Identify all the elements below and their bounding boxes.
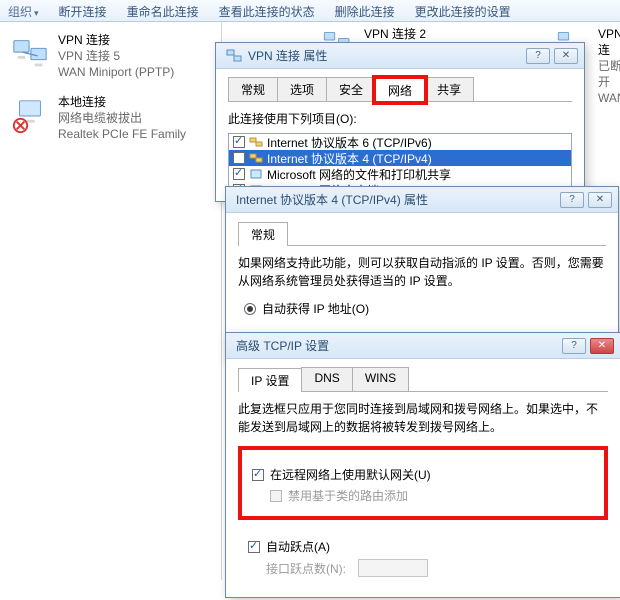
tab-options[interactable]: 选项: [277, 77, 327, 101]
dialog-title: Internet 协议版本 4 (TCP/IPv4) 属性: [236, 191, 560, 208]
list-item[interactable]: Microsoft 网络的文件和打印机共享: [229, 166, 571, 182]
protocol-icon: [249, 168, 263, 180]
connection-item-vpn[interactable]: VPN 连接 VPN 连接 5 WAN Miniport (PPTP): [4, 28, 217, 90]
tab-general[interactable]: 常规: [238, 222, 288, 246]
help-button[interactable]: ?: [560, 192, 584, 208]
connection-title: 本地连接: [58, 94, 211, 110]
local-conn-icon: [10, 94, 50, 138]
dialog-titlebar[interactable]: Internet 协议版本 4 (TCP/IPv4) 属性 ? ✕: [226, 187, 618, 213]
vpn-icon: [10, 32, 50, 76]
description-text: 此复选框只应用于您同时连接到局域网和拨号网络上。如果选中，不能发送到局域网上的数…: [238, 400, 608, 436]
close-button[interactable]: ✕: [588, 192, 612, 208]
connections-panel: VPN 连接 VPN 连接 5 WAN Miniport (PPTP) 本地连接…: [0, 22, 222, 580]
help-button[interactable]: ?: [526, 48, 550, 64]
dialog-body: IP 设置 DNS WINS 此复选框只应用于您同时连接到局域网和拨号网络上。如…: [226, 359, 620, 597]
dialog-title: 高级 TCP/IP 设置: [236, 337, 562, 354]
help-button[interactable]: ?: [562, 338, 586, 354]
checkbox-auto-metric[interactable]: 自动跃点(A): [248, 538, 598, 555]
toolbar-item[interactable]: 重命名此连接: [127, 3, 199, 18]
tab-wins[interactable]: WINS: [352, 367, 409, 391]
close-button[interactable]: ✕: [590, 338, 614, 354]
connection-sub: WAN Miniport (PPTP): [58, 64, 211, 80]
checkbox-icon[interactable]: [233, 136, 245, 148]
tab-general[interactable]: 常规: [228, 77, 278, 101]
description-text: 如果网络支持此功能，则可以获取自动指派的 IP 设置。否则，您需要从网络系统管理…: [238, 254, 606, 290]
dialog-body: 常规 如果网络支持此功能，则可以获取自动指派的 IP 设置。否则，您需要从网络系…: [226, 213, 618, 335]
protocol-icon: [249, 152, 263, 164]
section-label: 此连接使用下列项目(O):: [228, 110, 572, 127]
connection-sub: 网络电缆被拔出: [58, 110, 211, 126]
dialog-body: 常规 选项 安全 网络 共享 此连接使用下列项目(O): Internet 协议…: [216, 69, 584, 205]
toolbar: 组织▾ 断开连接 重命名此连接 查看此连接的状态 删除此连接 更改此连接的设置: [0, 0, 620, 22]
checkbox-icon[interactable]: [248, 541, 260, 553]
metric-row: 接口跃点数(N):: [266, 559, 598, 577]
dialog-advanced-tcpip: 高级 TCP/IP 设置 ? ✕ IP 设置 DNS WINS 此复选框只应用于…: [225, 332, 620, 598]
tab-sharing[interactable]: 共享: [424, 77, 474, 101]
connection-item-local[interactable]: 本地连接 网络电缆被拔出 Realtek PCIe FE Family: [4, 90, 217, 152]
toolbar-item[interactable]: 断开连接: [59, 3, 107, 18]
dialog-title: VPN 连接 属性: [248, 47, 526, 64]
protocol-icon: [249, 136, 263, 148]
tab-dns[interactable]: DNS: [301, 367, 352, 391]
tab-ip-settings[interactable]: IP 设置: [238, 368, 302, 392]
tab-security[interactable]: 安全: [326, 77, 376, 101]
close-button[interactable]: ✕: [554, 48, 578, 64]
connection-text: VPN 连接 VPN 连接 5 WAN Miniport (PPTP): [58, 32, 211, 80]
toolbar-item[interactable]: 查看此连接的状态: [219, 3, 315, 18]
metric-label: 接口跃点数(N):: [266, 560, 346, 577]
group-default-gateway: 在远程网络上使用默认网关(U) 禁用基于类的路由添加: [238, 446, 608, 520]
toolbar-item[interactable]: 更改此连接的设置: [415, 3, 511, 18]
group-metric: 自动跃点(A) 接口跃点数(N):: [238, 530, 608, 589]
tabs: 常规 选项 安全 网络 共享: [228, 77, 572, 102]
checkbox-icon[interactable]: [252, 469, 264, 481]
radio-icon[interactable]: [244, 303, 256, 315]
toolbar-item[interactable]: 组织▾: [8, 3, 39, 18]
chevron-down-icon: ▾: [34, 8, 39, 18]
checkbox-icon: [270, 490, 282, 502]
tabs: IP 设置 DNS WINS: [238, 367, 608, 392]
dialog-titlebar[interactable]: 高级 TCP/IP 设置 ? ✕: [226, 333, 620, 359]
checkbox-icon[interactable]: [233, 168, 245, 180]
connection-text: 本地连接 网络电缆被拔出 Realtek PCIe FE Family: [58, 94, 211, 142]
toolbar-item[interactable]: 删除此连接: [335, 3, 395, 18]
dialog-titlebar[interactable]: VPN 连接 属性 ? ✕: [216, 43, 584, 69]
checkbox-disable-class-route: 禁用基于类的路由添加: [270, 487, 594, 504]
connection-title: VPN 连接: [58, 32, 211, 48]
vpn-icon: [226, 48, 242, 64]
checkbox-use-default-gateway[interactable]: 在远程网络上使用默认网关(U): [252, 466, 594, 483]
connection-sub: VPN 连接 5: [58, 48, 211, 64]
radio-auto-ip[interactable]: 自动获得 IP 地址(O): [244, 300, 606, 317]
dialog-vpn-properties: VPN 连接 属性 ? ✕ 常规 选项 安全 网络 共享 此连接使用下列项目(O…: [215, 42, 585, 202]
tabs: 常规: [238, 221, 606, 246]
checkbox-icon[interactable]: [233, 152, 245, 164]
metric-input: [358, 559, 428, 577]
tab-networking[interactable]: 网络: [375, 78, 425, 102]
connection-sub: Realtek PCIe FE Family: [58, 126, 211, 142]
list-item[interactable]: Internet 协议版本 6 (TCP/IPv6): [229, 134, 571, 150]
list-item[interactable]: Internet 协议版本 4 (TCP/IPv4): [229, 150, 571, 166]
